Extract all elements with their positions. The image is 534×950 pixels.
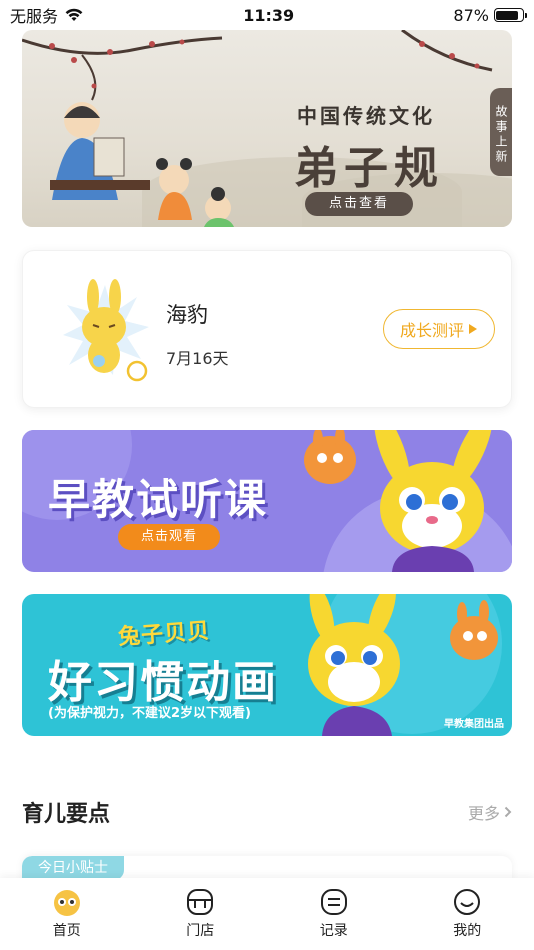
smile-profile-icon	[454, 889, 481, 915]
trial-watch-button[interactable]: 点击观看	[118, 524, 220, 550]
growth-assessment-label: 成长测评	[399, 321, 464, 340]
wifi-icon	[65, 8, 83, 21]
habit-age-note: (为保护视力，不建议2岁以下观看)	[48, 706, 251, 721]
tab-profile-label: 我的	[453, 923, 482, 939]
baby-age: 7月16天	[166, 349, 229, 368]
tab-home-label: 首页	[52, 923, 81, 939]
rabbit-character-illustration	[304, 430, 493, 572]
baby-name: 海豹	[166, 303, 208, 327]
more-label: 更多	[467, 804, 500, 823]
plum-branch-illustration	[22, 30, 493, 227]
baby-profile-card[interactable]: 海豹 7月16天 成长测评	[22, 250, 512, 408]
status-left: 无服务	[10, 3, 84, 27]
home-face-icon	[53, 890, 80, 916]
chevron-right-icon	[504, 806, 512, 818]
battery-fill	[496, 10, 519, 20]
banner-subtitle: 中国传统文化	[297, 104, 435, 128]
habit-title: 好习惯动画	[48, 657, 278, 708]
tab-record[interactable]: 记录	[267, 878, 401, 950]
daily-tip-badge: 今日小贴士	[22, 856, 124, 880]
battery-icon	[493, 8, 527, 22]
carousel-banner[interactable]: 中国传统文化 弟子规 点击查看 故事上新	[22, 30, 512, 227]
more-link[interactable]: 更多	[468, 800, 512, 824]
store-icon	[187, 889, 214, 915]
record-icon	[320, 889, 347, 915]
banner-title: 弟子规	[294, 143, 444, 194]
status-right: 87%	[453, 5, 527, 25]
banner-side-tag[interactable]: 故事上新	[490, 88, 512, 176]
habit-credit: 早教集团出品	[444, 719, 504, 730]
growth-assessment-button[interactable]: 成长测评	[383, 309, 495, 349]
carrier-label: 无服务	[10, 7, 59, 26]
parenting-tips-heading: 育儿要点	[22, 802, 111, 827]
trial-class-title: 早教试听课	[48, 475, 269, 524]
tab-store[interactable]: 门店	[134, 878, 268, 950]
status-time: 11:39	[243, 5, 295, 25]
tab-store-label: 门店	[186, 923, 215, 939]
tab-record-label: 记录	[319, 923, 348, 939]
battery-percent: 87%	[453, 5, 489, 25]
banner-view-button[interactable]: 点击查看	[305, 192, 413, 216]
play-triangle-icon	[469, 324, 477, 334]
bottom-tab-bar: 首页 门店 记录 我的	[0, 878, 534, 950]
trial-class-banner[interactable]: 早教试听课 点击观看	[22, 430, 512, 572]
habit-animation-banner[interactable]: 兔子贝贝 好习惯动画 (为保护视力，不建议2岁以下观看) 早教集团出品	[22, 594, 512, 736]
tab-profile[interactable]: 我的	[401, 878, 534, 950]
rabbit-avatar	[63, 279, 149, 382]
tab-home[interactable]: 首页	[0, 878, 134, 950]
status-bar: 无服务 11:39 87%	[0, 0, 534, 30]
